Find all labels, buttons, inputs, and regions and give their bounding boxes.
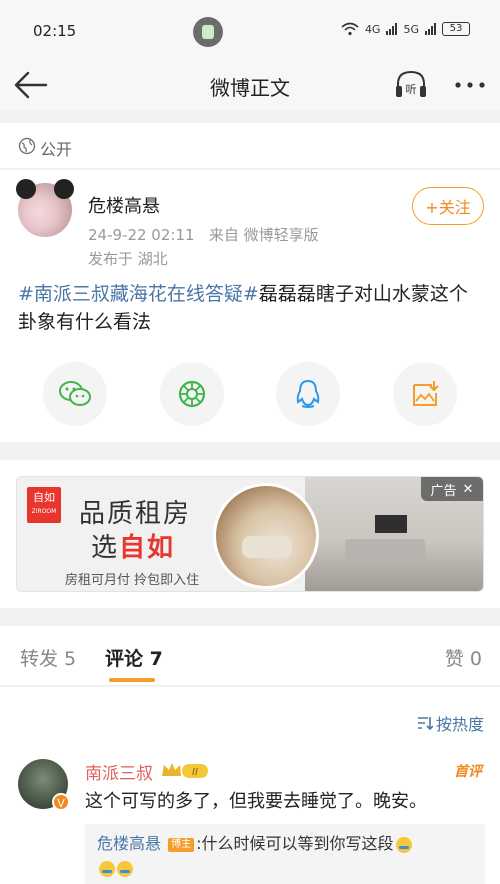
- status-icons: 4G 5G 53: [341, 22, 470, 36]
- battery-icon: 53: [442, 22, 470, 36]
- status-app-icon: [193, 17, 223, 47]
- comment-user[interactable]: 南派三叔: [85, 759, 153, 784]
- ad-logo-top: 自如: [33, 491, 55, 504]
- crying-emoji-icon: [395, 836, 412, 853]
- ad-banner[interactable]: 自如 ZIROOM 品质租房 选自如 房租可月付 拎包即入住 广告 ✕: [16, 476, 484, 592]
- comments-section: 按热度 V 南派三叔 II 首评 这个可写的多了，但我要去睡觉了。晚安。 危楼高…: [0, 687, 500, 884]
- verified-badge-icon: V: [52, 793, 70, 811]
- tab-like[interactable]: 赞 0: [445, 644, 482, 671]
- post-timestamp: 24-9-22 02:11: [88, 226, 195, 244]
- visibility-row: 公开: [0, 123, 500, 169]
- ad-logo-bottom: ZIROOM: [31, 508, 57, 515]
- svg-text:听: 听: [406, 83, 417, 96]
- signal-icon-2: [425, 23, 436, 35]
- listen-icon[interactable]: 听: [393, 68, 429, 102]
- status-time: 02:15: [33, 22, 77, 40]
- avatar-ear-left: [16, 179, 36, 199]
- network-4g: 4G: [364, 22, 381, 36]
- post-card: 危楼高悬 24-9-22 02:11 来自 微博轻享版 发布于 湖北 +关注 #…: [0, 170, 500, 442]
- ad-photo-pillow: [242, 536, 292, 558]
- network-5g: 5G: [403, 22, 419, 36]
- sort-icon: [417, 717, 433, 730]
- ad-section: 自如 ZIROOM 品质租房 选自如 房租可月付 拎包即入住 广告 ✕: [0, 460, 500, 608]
- wechat-icon: [59, 381, 91, 406]
- visibility-label: 公开: [40, 140, 73, 159]
- ad-badge-label: 广告: [430, 483, 457, 499]
- reply-text: :什么时候可以等到你写这段: [196, 834, 394, 853]
- author-avatar[interactable]: [16, 179, 74, 237]
- author-name[interactable]: 危楼高悬: [88, 192, 160, 218]
- crying-emoji-icon: [117, 860, 133, 877]
- ziroom-logo: 自如 ZIROOM: [27, 487, 61, 523]
- tab-comment[interactable]: 评论 7: [105, 644, 163, 671]
- post-meta: 24-9-22 02:11 来自 微博轻享版: [88, 224, 319, 245]
- post-body: #南派三叔藏海花在线答疑#磊磊磊瞎子对山水蒙这个卦象有什么看法: [18, 280, 484, 336]
- ad-headline-2-prefix: 选: [91, 533, 120, 563]
- ad-close-icon[interactable]: ✕: [463, 482, 474, 497]
- follow-button[interactable]: +关注: [412, 187, 484, 225]
- ad-photo-art: [375, 515, 407, 533]
- ad-subline: 房租可月付 拎包即入住: [65, 573, 200, 588]
- share-wechat-button[interactable]: [43, 362, 107, 426]
- comment-text: 这个可写的多了，但我要去睡觉了。晚安。: [85, 791, 427, 812]
- sort-label: 按热度: [435, 715, 484, 734]
- moments-icon: [178, 380, 206, 408]
- status-bar: 02:15 4G 5G 53: [0, 0, 500, 60]
- reply-author-badge: 博主: [168, 837, 195, 852]
- comment-avatar[interactable]: V: [18, 759, 70, 811]
- post-tabs: 转发 5 评论 7 赞 0: [0, 626, 500, 686]
- nav-bar: 微博正文 听: [0, 60, 500, 110]
- share-row: [0, 360, 500, 426]
- share-qq-button[interactable]: [276, 362, 340, 426]
- post-location: 发布于 湖北: [88, 250, 168, 268]
- reply-user[interactable]: 危楼高悬: [97, 834, 161, 853]
- crying-emoji-icon: [99, 860, 115, 877]
- ad-headline-2: 选自如: [91, 527, 175, 564]
- comment-reply[interactable]: 危楼高悬 博主:什么时候可以等到你写这段: [85, 824, 485, 884]
- signal-icon: [386, 23, 398, 35]
- globe-icon: [18, 137, 36, 155]
- ad-room-circle-photo: [213, 483, 319, 589]
- more-icon[interactable]: [450, 68, 490, 102]
- tab-repost[interactable]: 转发 5: [20, 644, 76, 671]
- qq-icon: [296, 379, 320, 408]
- post-source: 来自 微博轻享版: [208, 226, 319, 244]
- sort-button[interactable]: 按热度: [417, 711, 484, 735]
- crown-level-icon: II: [162, 763, 208, 778]
- ad-photo-sofa: [345, 539, 425, 561]
- avatar-ear-right: [54, 179, 74, 199]
- share-moments-button[interactable]: [160, 362, 224, 426]
- svg-text:II: II: [192, 767, 198, 778]
- share-save-image-button[interactable]: [393, 362, 457, 426]
- tab-active-indicator: [109, 678, 155, 682]
- post-hashtag[interactable]: #南派三叔藏海花在线答疑#: [18, 283, 259, 305]
- ad-headline-1: 品质租房: [79, 499, 192, 529]
- save-image-icon: [413, 381, 439, 406]
- wifi-icon: [341, 22, 359, 36]
- ad-headline-2-brand: 自如: [119, 533, 176, 563]
- first-comment-badge: 首评: [454, 764, 482, 780]
- ad-badge[interactable]: 广告 ✕: [421, 477, 483, 501]
